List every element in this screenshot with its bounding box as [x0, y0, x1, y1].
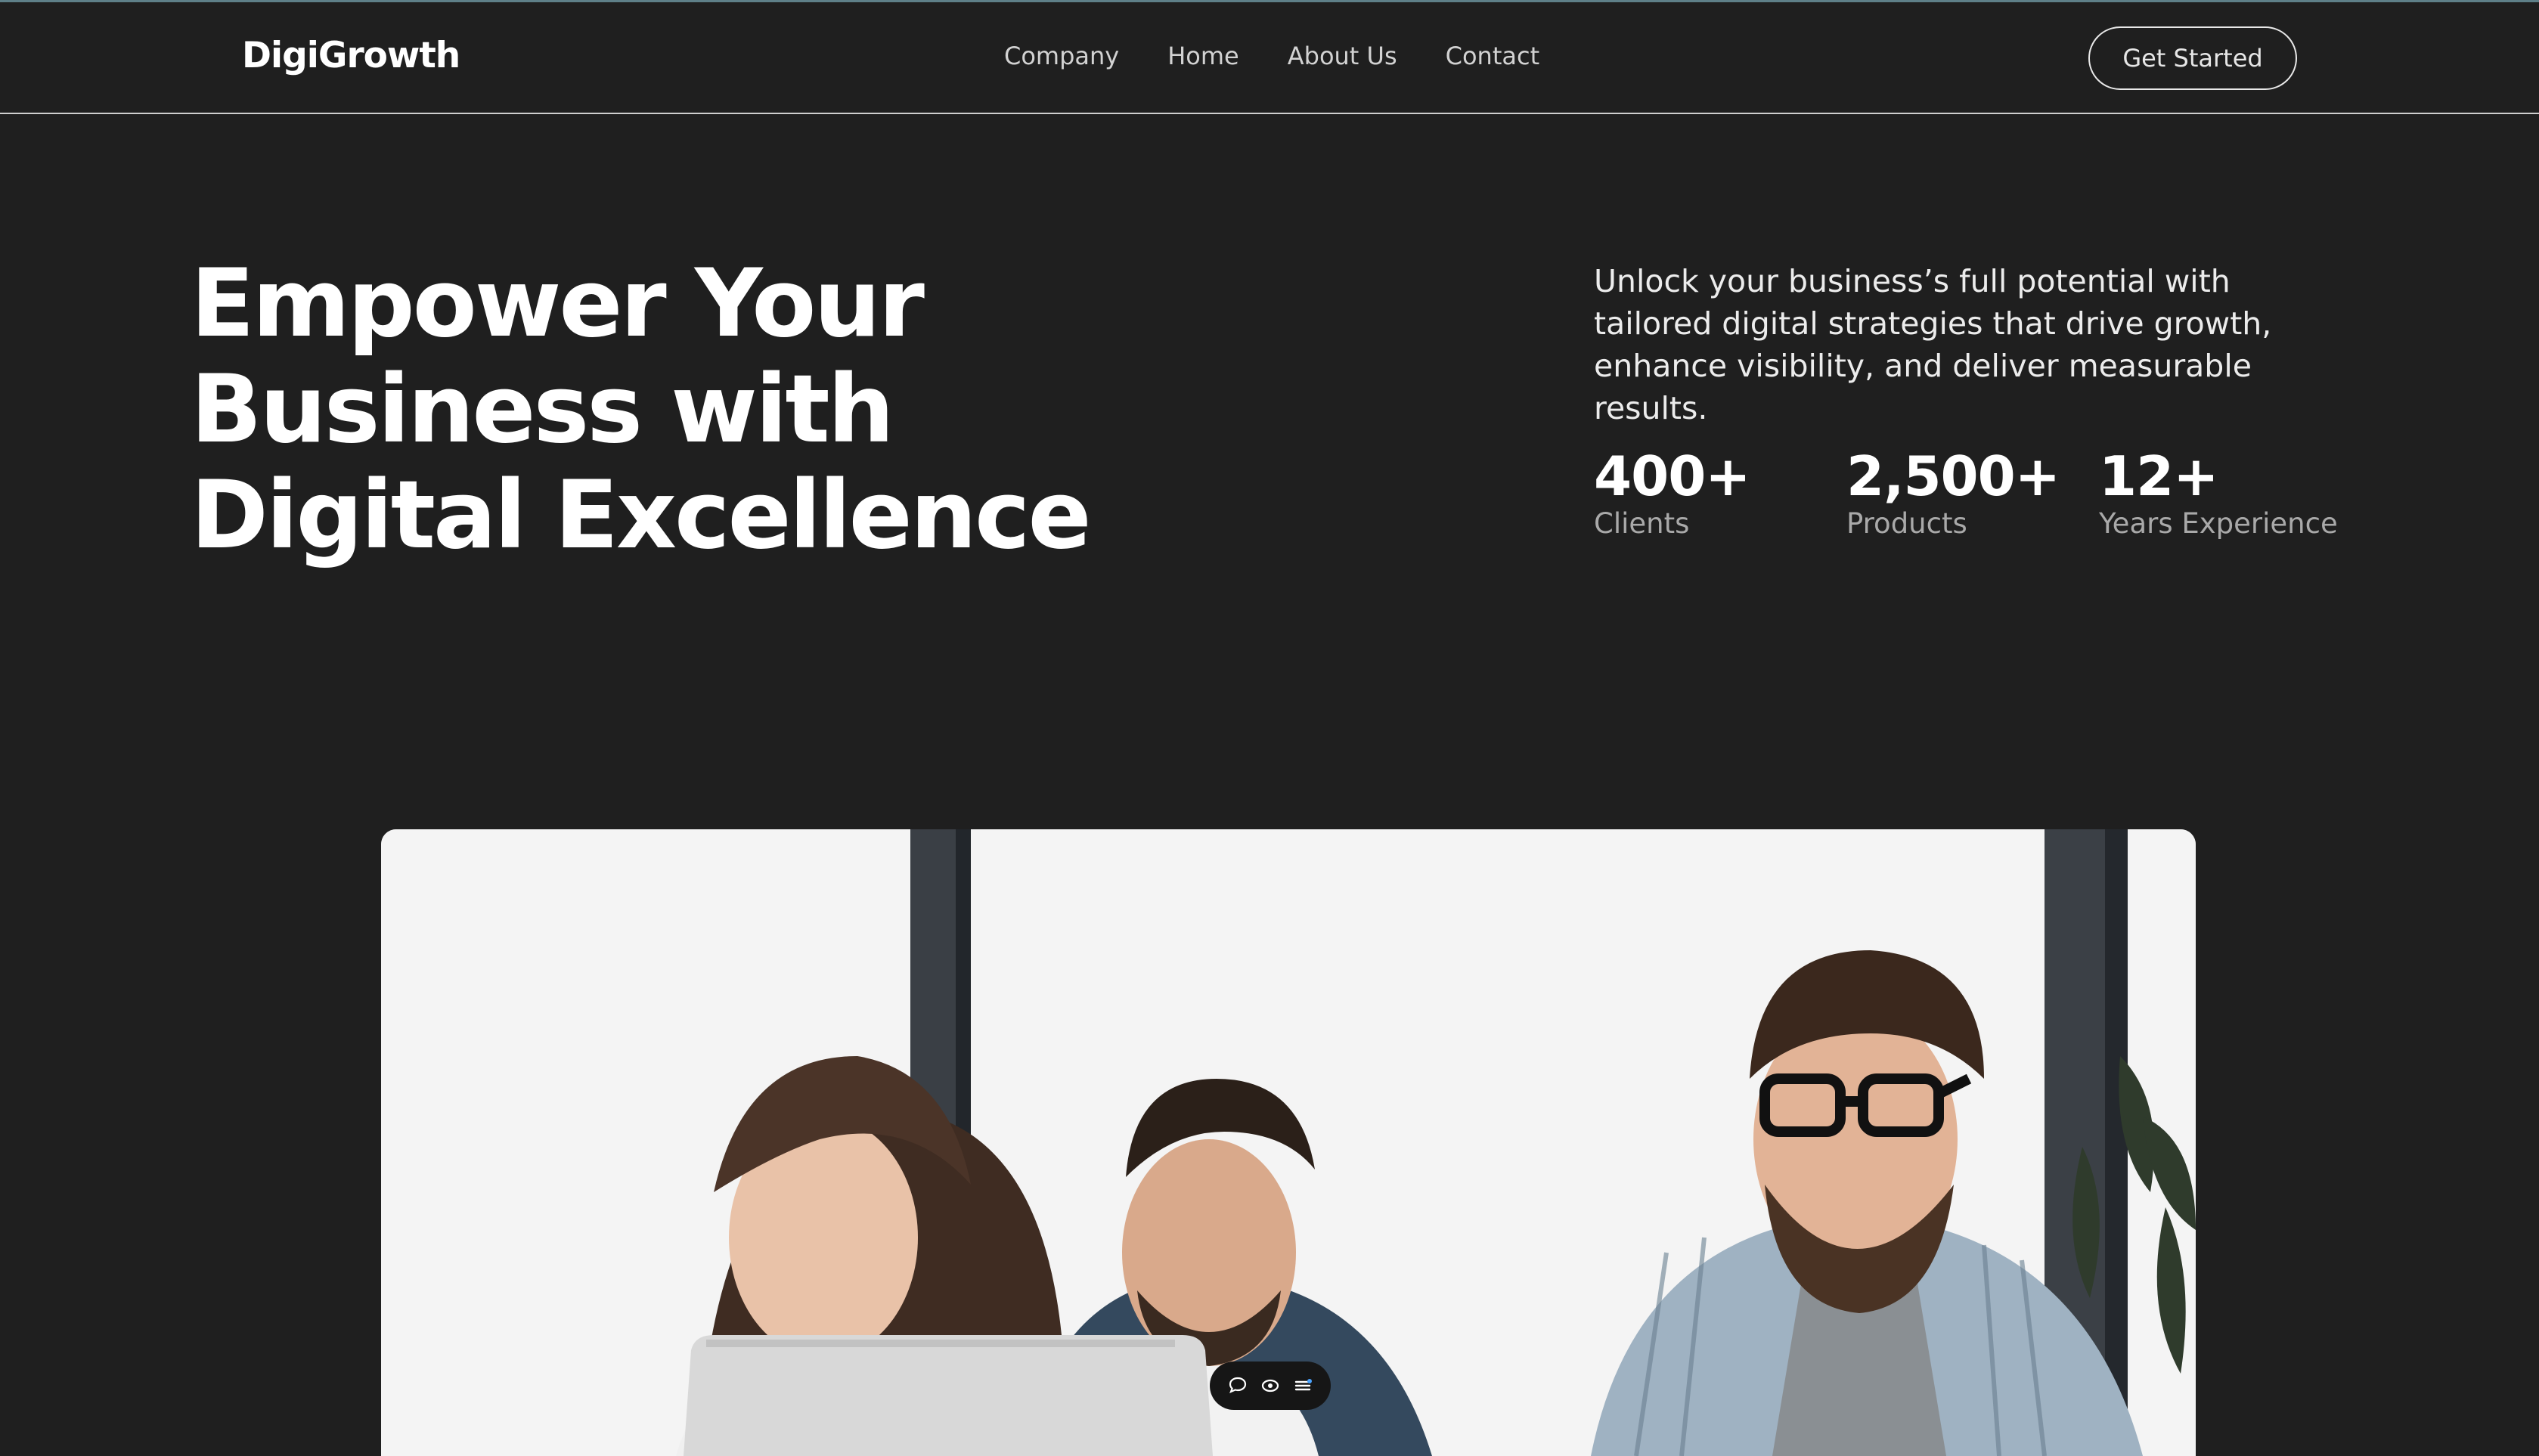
get-started-button[interactable]: Get Started	[2088, 26, 2297, 90]
nav-links: Company Home About Us Contact	[1004, 42, 1539, 70]
nav-link-about-us[interactable]: About Us	[1288, 42, 1397, 70]
stat-years-experience: 12+ Years Experience	[2099, 445, 2338, 541]
nav-link-home[interactable]: Home	[1167, 42, 1239, 70]
eye-icon[interactable]	[1259, 1374, 1282, 1397]
menu-icon[interactable]	[1291, 1374, 1314, 1397]
nav-link-contact[interactable]: Contact	[1446, 42, 1540, 70]
stat-label: Clients	[1594, 507, 1690, 540]
stat-value: 12+	[2099, 445, 2219, 508]
hero-description: Unlock your business’s full potential wi…	[1594, 263, 2272, 426]
stat-value: 2,500+	[1846, 445, 2060, 508]
stat-products: 2,500+ Products	[1846, 445, 2060, 541]
comment-icon[interactable]	[1226, 1374, 1249, 1397]
nav-link-company[interactable]: Company	[1004, 42, 1119, 70]
stat-label: Products	[1846, 507, 1967, 540]
stat-value: 400+	[1594, 445, 1751, 508]
logo[interactable]: DigiGrowth	[242, 35, 460, 76]
page: DigiGrowth Company Home About Us Contact…	[0, 0, 2539, 1456]
floating-toolbar	[1210, 1362, 1331, 1410]
navbar: DigiGrowth Company Home About Us Contact…	[0, 2, 2539, 114]
stat-label: Years Experience	[2099, 507, 2338, 540]
hero-title: Empower Your Business with Digital Excel…	[191, 249, 1092, 570]
stat-clients: 400+ Clients	[1594, 445, 1751, 541]
